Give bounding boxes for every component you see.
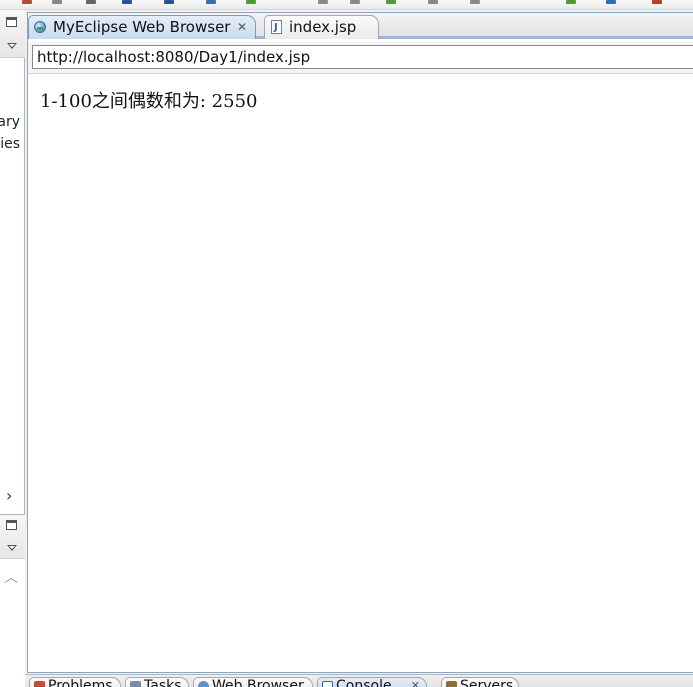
toolbar-icon[interactable]	[428, 0, 438, 4]
tab-problems[interactable]: Problems	[29, 677, 121, 687]
tasks-icon	[130, 681, 141, 687]
main-toolbar	[0, 0, 693, 10]
toolbar-icon[interactable]	[386, 0, 396, 4]
tab-label: Problems	[48, 678, 113, 687]
chevron-right-icon[interactable]: ›	[6, 488, 12, 504]
tree-item-partial[interactable]: rary	[0, 114, 20, 130]
tab-index-jsp[interactable]: index.jsp	[264, 15, 379, 39]
toolbar-icon[interactable]	[318, 0, 328, 4]
problems-icon	[34, 681, 45, 687]
globe-icon	[198, 681, 209, 687]
url-input[interactable]	[32, 45, 693, 69]
maximize-icon[interactable]	[6, 520, 17, 530]
editor-area: MyEclipse Web Browser ✕ index.jsp 1-100之…	[27, 12, 693, 673]
browser-address-bar	[28, 42, 693, 74]
console-icon	[322, 681, 333, 687]
toolbar-icon[interactable]	[22, 0, 32, 4]
tree-item-partial[interactable]: ies	[0, 136, 20, 152]
servers-icon	[446, 681, 457, 687]
toolbar-icon[interactable]	[164, 0, 174, 4]
left-panel-header	[0, 10, 25, 58]
close-icon[interactable]: ✕	[237, 16, 247, 38]
view-menu-icon[interactable]	[7, 43, 17, 49]
tab-label: MyEclipse Web Browser	[53, 18, 231, 36]
tab-label: index.jsp	[289, 18, 357, 36]
close-icon[interactable]: ✕	[411, 678, 420, 687]
toolbar-icon[interactable]	[86, 0, 96, 4]
toolbar-icon[interactable]	[52, 0, 62, 4]
tab-web-browser[interactable]: Web Browser	[193, 677, 313, 687]
globe-icon	[34, 21, 46, 33]
browser-viewport: 1-100之间偶数和为: 2550	[28, 75, 693, 672]
tab-label: Tasks	[144, 678, 182, 687]
tab-label: Console	[336, 678, 392, 687]
page-body-text: 1-100之间偶数和为: 2550	[40, 91, 258, 112]
view-menu-icon[interactable]	[7, 545, 17, 551]
tab-myeclipse-web-browser[interactable]: MyEclipse Web Browser ✕	[28, 15, 256, 39]
chevron-up-icon[interactable]: ︿	[4, 571, 18, 585]
toolbar-icon[interactable]	[606, 0, 616, 4]
toolbar-icon[interactable]	[350, 0, 360, 4]
tab-console[interactable]: Console ✕	[317, 677, 427, 687]
toolbar-icon[interactable]	[246, 0, 256, 4]
lower-left-panel-header	[0, 515, 25, 559]
tab-servers[interactable]: Servers	[441, 677, 519, 687]
toolbar-icon[interactable]	[470, 0, 480, 4]
bottom-panel-tab-bar: Problems Tasks Web Browser Console ✕ Ser…	[25, 674, 693, 687]
toolbar-icon[interactable]	[122, 0, 132, 4]
maximize-icon[interactable]	[6, 17, 17, 27]
tab-label: Web Browser	[212, 678, 304, 687]
tab-label: Servers	[460, 678, 514, 687]
toolbar-icon[interactable]	[566, 0, 576, 4]
tab-tasks[interactable]: Tasks	[125, 677, 189, 687]
toolbar-icon[interactable]	[652, 0, 662, 4]
lower-left-panel: ︿	[0, 514, 25, 687]
jsp-file-icon	[271, 17, 282, 39]
editor-tab-bar: MyEclipse Web Browser ✕ index.jsp	[28, 13, 693, 39]
toolbar-icon[interactable]	[206, 0, 216, 4]
